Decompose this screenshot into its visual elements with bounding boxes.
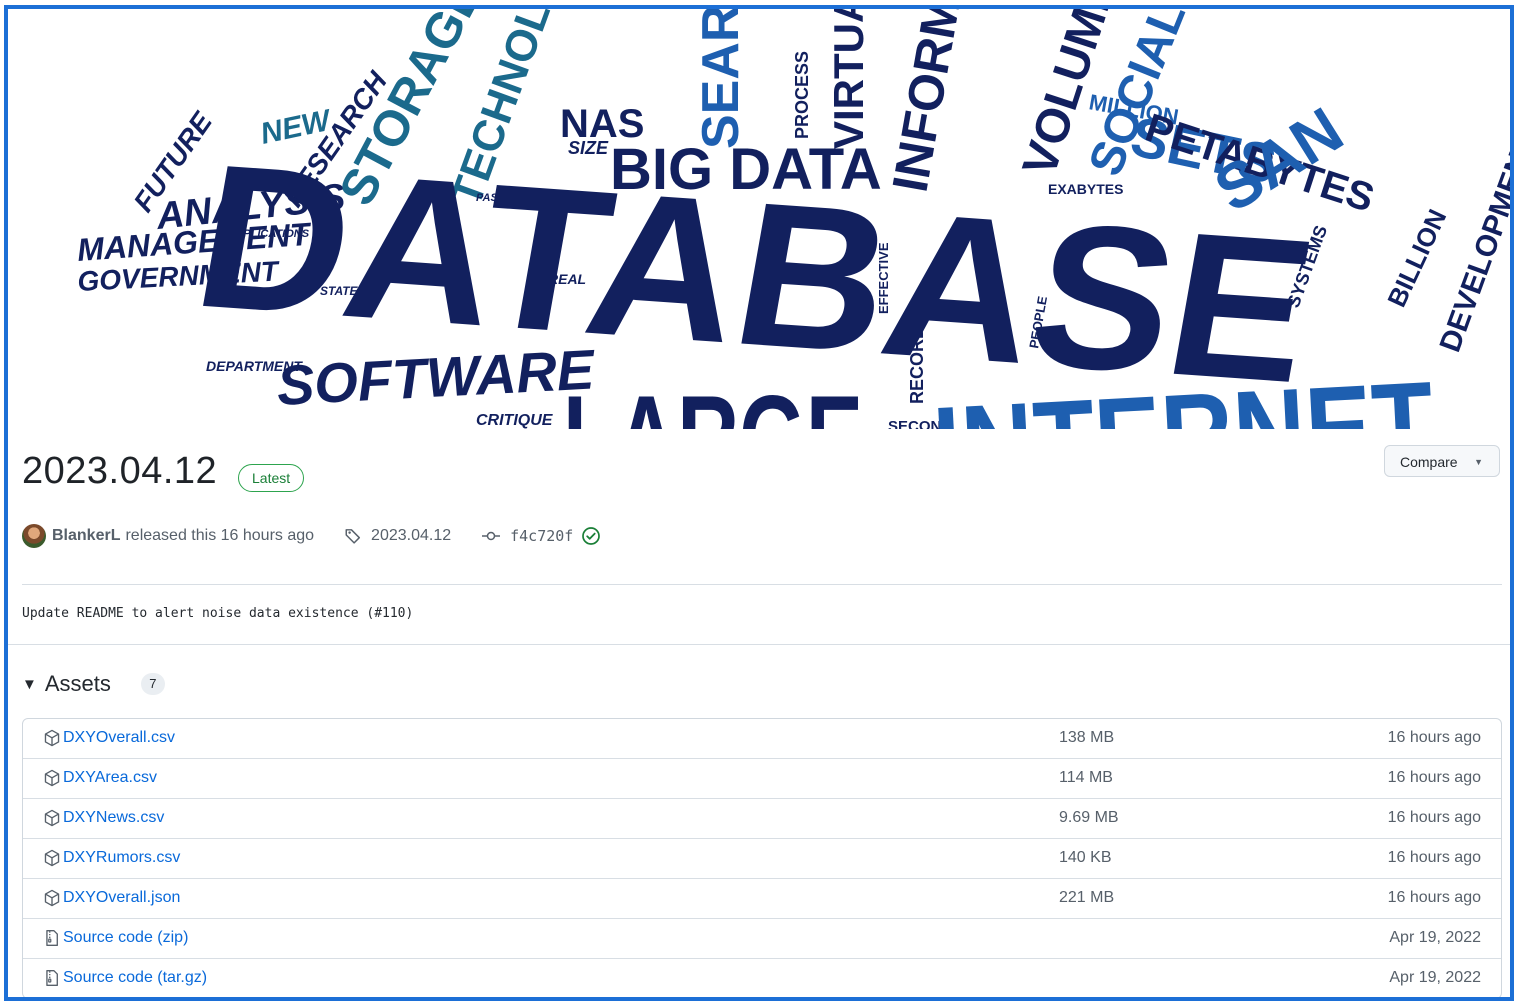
latest-badge: Latest bbox=[238, 464, 305, 492]
package-icon bbox=[43, 889, 61, 912]
assets-toggle[interactable]: ▼ Assets 7 bbox=[22, 671, 165, 697]
commit-sha: f4c720f bbox=[510, 527, 574, 545]
release-tag-link[interactable]: 2023.04.12 bbox=[344, 527, 451, 545]
package-icon bbox=[43, 729, 61, 752]
asset-download-link[interactable]: DXYRumors.csv bbox=[63, 849, 180, 867]
asset-size: 9.69 MB bbox=[1059, 809, 1119, 826]
asset-size: 140 KB bbox=[1059, 849, 1112, 866]
divider bbox=[8, 644, 1510, 645]
release-notes: Update README to alert noise data existe… bbox=[22, 606, 414, 621]
asset-date: 16 hours ago bbox=[1387, 809, 1481, 826]
assets-list: DXYOverall.csv 138 MB 16 hours ago DXYAr… bbox=[22, 718, 1502, 997]
asset-row: DXYArea.csv 114 MB 16 hours ago bbox=[23, 758, 1501, 798]
package-icon bbox=[43, 849, 61, 872]
package-icon bbox=[43, 809, 61, 832]
release-title[interactable]: 2023.04.12 bbox=[22, 450, 217, 493]
asset-download-link[interactable]: DXYOverall.json bbox=[63, 889, 180, 907]
asset-date: 16 hours ago bbox=[1387, 889, 1481, 906]
release-meta: BlankerL released this 16 hours ago 2023… bbox=[22, 522, 610, 550]
asset-size: 138 MB bbox=[1059, 729, 1115, 746]
release-tag-label: 2023.04.12 bbox=[371, 527, 452, 544]
package-icon bbox=[43, 769, 61, 792]
file-zip-icon bbox=[43, 929, 61, 952]
compare-button[interactable]: Compare ▼ bbox=[1384, 445, 1500, 477]
cloud-word-critique: CRITIQUE bbox=[476, 412, 554, 429]
asset-row: DXYOverall.json 221 MB 16 hours ago bbox=[23, 878, 1501, 918]
asset-download-link[interactable]: DXYArea.csv bbox=[63, 769, 157, 787]
triangle-down-icon: ▼ bbox=[1474, 457, 1483, 467]
asset-row: DXYRumors.csv 140 KB 16 hours ago bbox=[23, 838, 1501, 878]
author-link[interactable]: BlankerL bbox=[52, 527, 120, 545]
assets-count-badge: 7 bbox=[140, 673, 165, 695]
tag-icon bbox=[345, 529, 361, 544]
cloud-word-development: DEVELOPMENT bbox=[1434, 131, 1510, 357]
release-banner-image: NEW FUTURE RESEARCH ANALYSIS MANAGEMENT … bbox=[8, 9, 1510, 429]
compare-button-label: Compare bbox=[1400, 454, 1458, 470]
word-cloud: NEW FUTURE RESEARCH ANALYSIS MANAGEMENT … bbox=[76, 9, 1510, 429]
asset-row: DXYNews.csv 9.69 MB 16 hours ago bbox=[23, 798, 1501, 838]
asset-size: 221 MB bbox=[1059, 889, 1115, 906]
asset-download-link[interactable]: Source code (tar.gz) bbox=[63, 969, 207, 987]
screenshot-frame: NEW FUTURE RESEARCH ANALYSIS MANAGEMENT … bbox=[4, 5, 1514, 1001]
asset-date: 16 hours ago bbox=[1387, 769, 1481, 786]
asset-date: Apr 19, 2022 bbox=[1389, 969, 1481, 986]
cloud-word-virtual: VIRTUAL bbox=[825, 9, 872, 149]
cloud-word-search: SEARCH bbox=[692, 9, 750, 149]
asset-download-link[interactable]: Source code (zip) bbox=[63, 929, 188, 947]
asset-row: Source code (tar.gz) Apr 19, 2022 bbox=[23, 958, 1501, 997]
cloud-word-process: PROCESS bbox=[792, 51, 812, 139]
released-text: released this 16 hours ago bbox=[125, 527, 315, 544]
assets-title: Assets bbox=[44, 671, 111, 696]
asset-date: Apr 19, 2022 bbox=[1389, 929, 1481, 946]
file-zip-icon bbox=[43, 969, 61, 992]
asset-download-link[interactable]: DXYNews.csv bbox=[63, 809, 164, 827]
avatar[interactable] bbox=[22, 524, 46, 548]
asset-download-link[interactable]: DXYOverall.csv bbox=[63, 729, 175, 747]
cloud-word-large: LARGE bbox=[563, 371, 863, 429]
divider bbox=[22, 584, 1502, 585]
cloud-word-billion: BILLION bbox=[1381, 205, 1452, 312]
git-commit-icon bbox=[482, 531, 501, 541]
triangle-down-icon: ▼ bbox=[22, 675, 37, 693]
commit-link[interactable]: f4c720f bbox=[481, 526, 610, 546]
asset-date: 16 hours ago bbox=[1387, 849, 1481, 866]
asset-row: DXYOverall.csv 138 MB 16 hours ago bbox=[23, 719, 1501, 758]
verified-check-icon[interactable] bbox=[581, 526, 601, 546]
asset-row: Source code (zip) Apr 19, 2022 bbox=[23, 918, 1501, 958]
asset-date: 16 hours ago bbox=[1387, 729, 1481, 746]
asset-size: 114 MB bbox=[1059, 769, 1113, 786]
